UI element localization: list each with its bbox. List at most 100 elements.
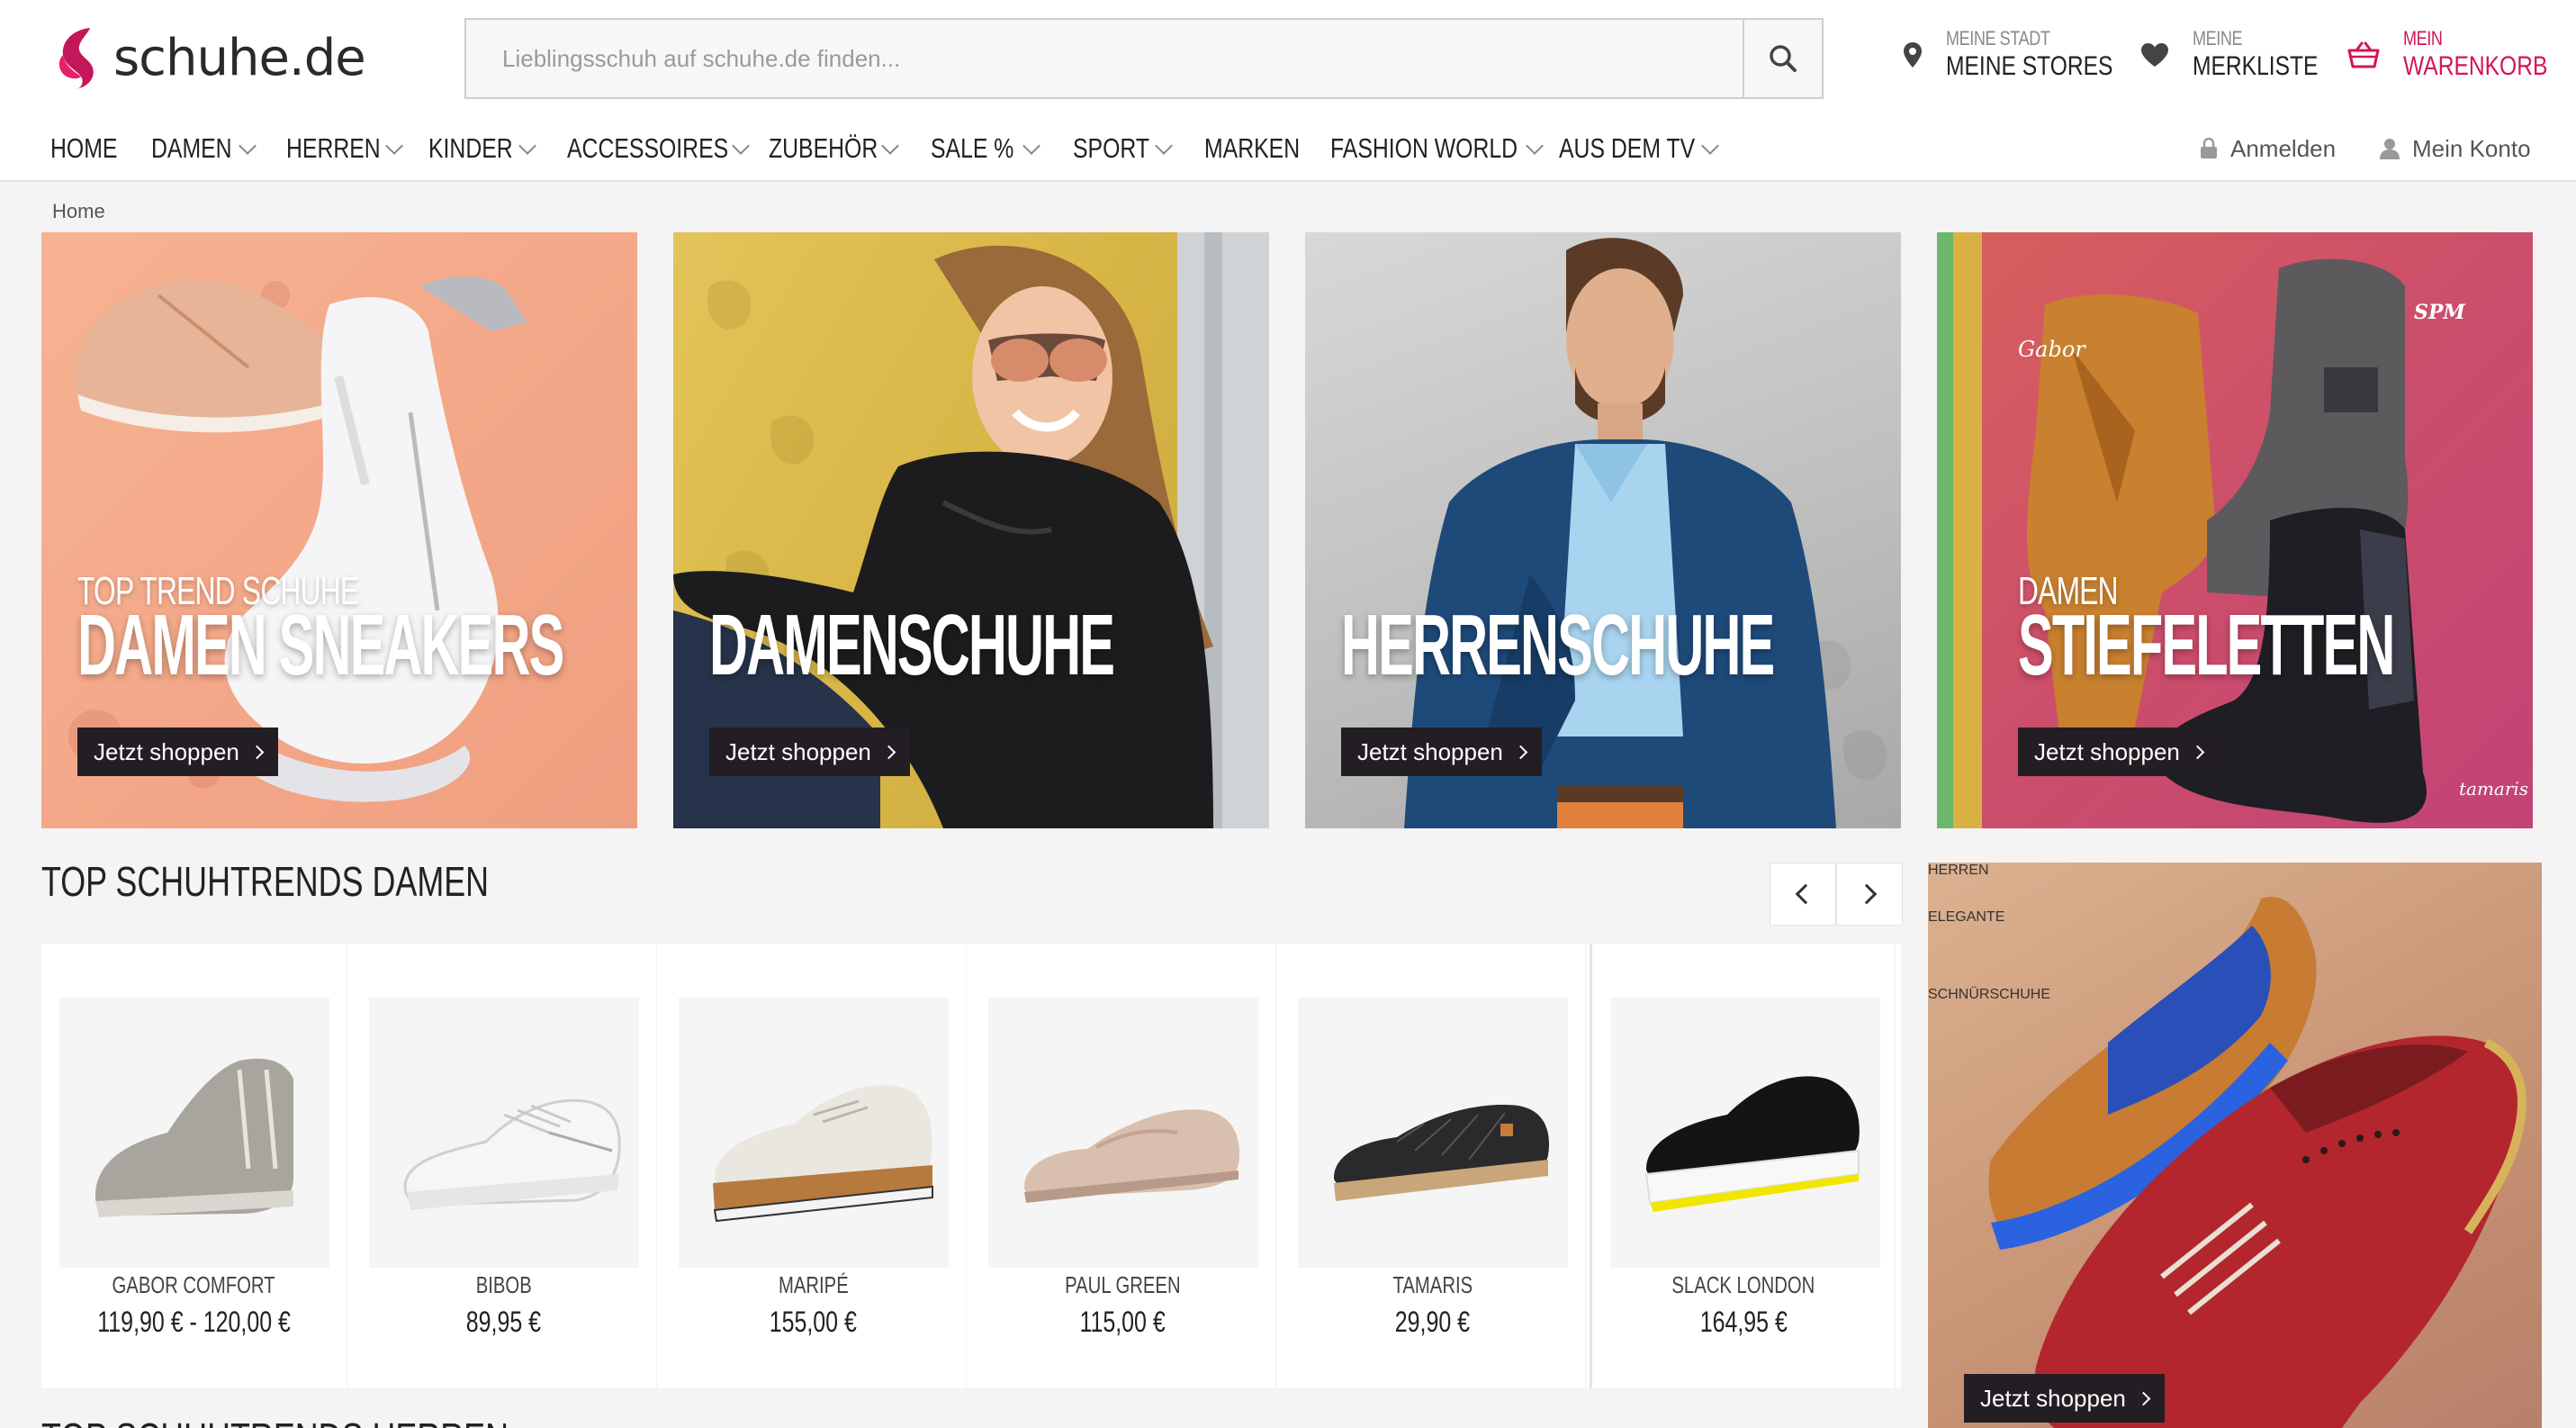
shop-now-button[interactable]: Jetzt shoppen	[77, 728, 278, 776]
banner-damen-sneakers[interactable]: TOP TREND SCHUHE DAMEN SNEAKERS Jetzt sh…	[41, 232, 637, 828]
carousel-prev-button[interactable]	[1770, 863, 1836, 926]
dress-shoes-illustration	[1988, 897, 2526, 1428]
product-price: 164,95 €	[1699, 1306, 1788, 1338]
shop-now-button[interactable]: Jetzt shoppen	[1341, 728, 1542, 776]
banner-damen-stiefeletten[interactable]: Gabor SPM tamaris DAMEN STIEFELETTEN Jet…	[1937, 232, 2533, 828]
site-header: schuhe.de MEINE STADT MEINE STORES MEINE…	[0, 0, 2576, 115]
chevron-down-icon	[518, 137, 537, 155]
stores-small-label: MEINE STADT	[1946, 27, 2050, 50]
cart-small-label: MEIN	[2403, 27, 2443, 50]
product-card[interactable]: GABOR COMFORT 119,90 € - 120,00 €	[41, 944, 347, 1388]
banner-title: STIEFELETTEN	[2018, 597, 2395, 693]
product-price: 115,00 €	[1079, 1306, 1166, 1338]
cta-label: Jetzt shoppen	[94, 737, 239, 765]
login-link[interactable]: Anmelden	[2200, 126, 2336, 171]
logo-icon	[59, 28, 94, 89]
nav-item-accessoires[interactable]: ACCESSOIRES	[567, 126, 750, 171]
nav-label: ACCESSOIRES	[567, 132, 729, 164]
wishlist-link[interactable]: MEINE MERKLISTE	[2140, 27, 2346, 83]
nav-item-marken[interactable]: MARKEN	[1204, 126, 1324, 171]
stores-text: MEINE STADT MEINE STORES	[1946, 27, 2149, 83]
product-brand: PAUL GREEN	[1065, 1271, 1181, 1298]
product-image	[59, 998, 329, 1268]
shop-now-button[interactable]: Jetzt shoppen	[709, 728, 910, 776]
search-bar	[464, 18, 1824, 99]
product-image	[369, 998, 639, 1268]
next-section-title-text: TOP SCHUHTRENDS HERREN	[41, 1417, 509, 1428]
cart-link[interactable]: MEIN WARENKORB	[2347, 27, 2576, 83]
product-carousel: GABOR COMFORT 119,90 € - 120,00 € BIBOB …	[41, 944, 1901, 1388]
search-button[interactable]	[1743, 20, 1822, 97]
product-price: 119,90 € - 120,00 €	[97, 1306, 291, 1338]
chevron-down-icon	[1022, 137, 1041, 155]
stores-link[interactable]: MEINE STADT MEINE STORES	[1903, 27, 2149, 83]
product-card[interactable]: TAMARIS 29,90 €	[1280, 944, 1586, 1388]
carousel-next-button[interactable]	[1836, 863, 1903, 926]
cta-label: Jetzt shoppen	[725, 737, 871, 765]
stores-big-label: MEINE STORES	[1946, 51, 2113, 81]
chevron-right-icon	[249, 745, 265, 759]
chevron-down-icon	[239, 137, 257, 155]
nav-label: FASHION WORLD	[1330, 132, 1518, 164]
product-card[interactable]: MARIPÉ 155,00 €	[661, 944, 967, 1388]
product-price: 155,00 €	[769, 1306, 858, 1338]
nav-item-sport[interactable]: SPORT	[1073, 126, 1174, 171]
chevron-down-icon	[385, 137, 403, 155]
cta-label: Jetzt shoppen	[1357, 737, 1503, 765]
tamaris-logo: tamaris	[2459, 778, 2529, 800]
basket-icon	[2347, 41, 2380, 68]
nav-label: SALE %	[931, 132, 1014, 164]
banner-herren-schnuerschuhe[interactable]: HERREN ELEGANTE SCHNÜRSCHUHE Jetzt shopp…	[1928, 863, 2542, 1428]
nav-label: KINDER	[428, 132, 513, 164]
banner-damenschuhe[interactable]: DAMENSCHUHE Jetzt shoppen	[673, 232, 1269, 828]
chevron-down-icon	[732, 137, 750, 155]
nav-label: DAMEN	[151, 132, 232, 164]
wishlist-big-label: MERKLISTE	[2193, 51, 2319, 81]
cart-text: MEIN WARENKORB	[2403, 27, 2576, 83]
search-icon	[1770, 45, 1797, 72]
chevron-down-icon	[880, 137, 899, 155]
chevron-right-icon	[1856, 883, 1878, 905]
shop-now-button[interactable]: Jetzt shoppen	[1964, 1374, 2165, 1423]
account-link[interactable]: Mein Konto	[2380, 126, 2531, 171]
product-card[interactable]: BIBOB 89,95 €	[351, 944, 657, 1388]
product-image	[679, 998, 949, 1268]
wishlist-small-label: MEINE	[2193, 27, 2243, 50]
nav-item-sale[interactable]: SALE %	[931, 126, 1041, 171]
main-nav: HOME DAMEN HERREN KINDER ACCESSOIRES ZUB…	[0, 115, 2576, 182]
lock-icon	[2201, 138, 2217, 158]
nav-item-home[interactable]: HOME	[50, 126, 134, 171]
search-input[interactable]	[466, 20, 1743, 97]
nav-item-aus-dem-tv[interactable]: AUS DEM TV	[1559, 126, 1719, 171]
nav-item-fashion-world[interactable]: FASHION WORLD	[1330, 126, 1544, 171]
product-brand: BIBOB	[475, 1271, 532, 1298]
product-brand: TAMARIS	[1392, 1271, 1473, 1298]
breadcrumb-home[interactable]: Home	[52, 200, 105, 222]
shop-now-button[interactable]: Jetzt shoppen	[2018, 728, 2219, 776]
nav-item-herren[interactable]: HERREN	[286, 126, 403, 171]
nav-item-kinder[interactable]: KINDER	[428, 126, 537, 171]
nav-item-damen[interactable]: DAMEN	[151, 126, 257, 171]
chevron-down-icon	[1155, 137, 1174, 155]
chevron-right-icon	[881, 745, 896, 759]
chevron-right-icon	[1513, 745, 1528, 759]
logo[interactable]: schuhe.de	[54, 23, 366, 92]
chevron-right-icon	[2190, 745, 2205, 759]
product-image	[1298, 998, 1568, 1268]
chevron-down-icon	[1701, 137, 1719, 155]
wishlist-text: MEINE MERKLISTE	[2193, 27, 2346, 83]
breadcrumb[interactable]: Home	[52, 200, 105, 223]
product-brand: GABOR COMFORT	[112, 1271, 276, 1298]
product-card[interactable]: SLACK LONDON 164,95 €	[1590, 944, 1896, 1388]
cta-label: Jetzt shoppen	[1980, 1384, 2126, 1412]
nav-label: SPORT	[1073, 132, 1149, 164]
product-image	[1610, 998, 1880, 1268]
banner-herrenschuhe[interactable]: HERRENSCHUHE Jetzt shoppen	[1305, 232, 1901, 828]
login-label: Anmelden	[2230, 134, 2337, 162]
product-image	[988, 998, 1258, 1268]
nav-item-zubehoer[interactable]: ZUBEHÖR	[769, 126, 899, 171]
chevron-left-icon	[1795, 883, 1816, 905]
account-label: Mein Konto	[2412, 134, 2531, 162]
product-card[interactable]: PAUL GREEN 115,00 €	[970, 944, 1276, 1388]
banner-title: DAMENSCHUHE	[709, 597, 1115, 693]
